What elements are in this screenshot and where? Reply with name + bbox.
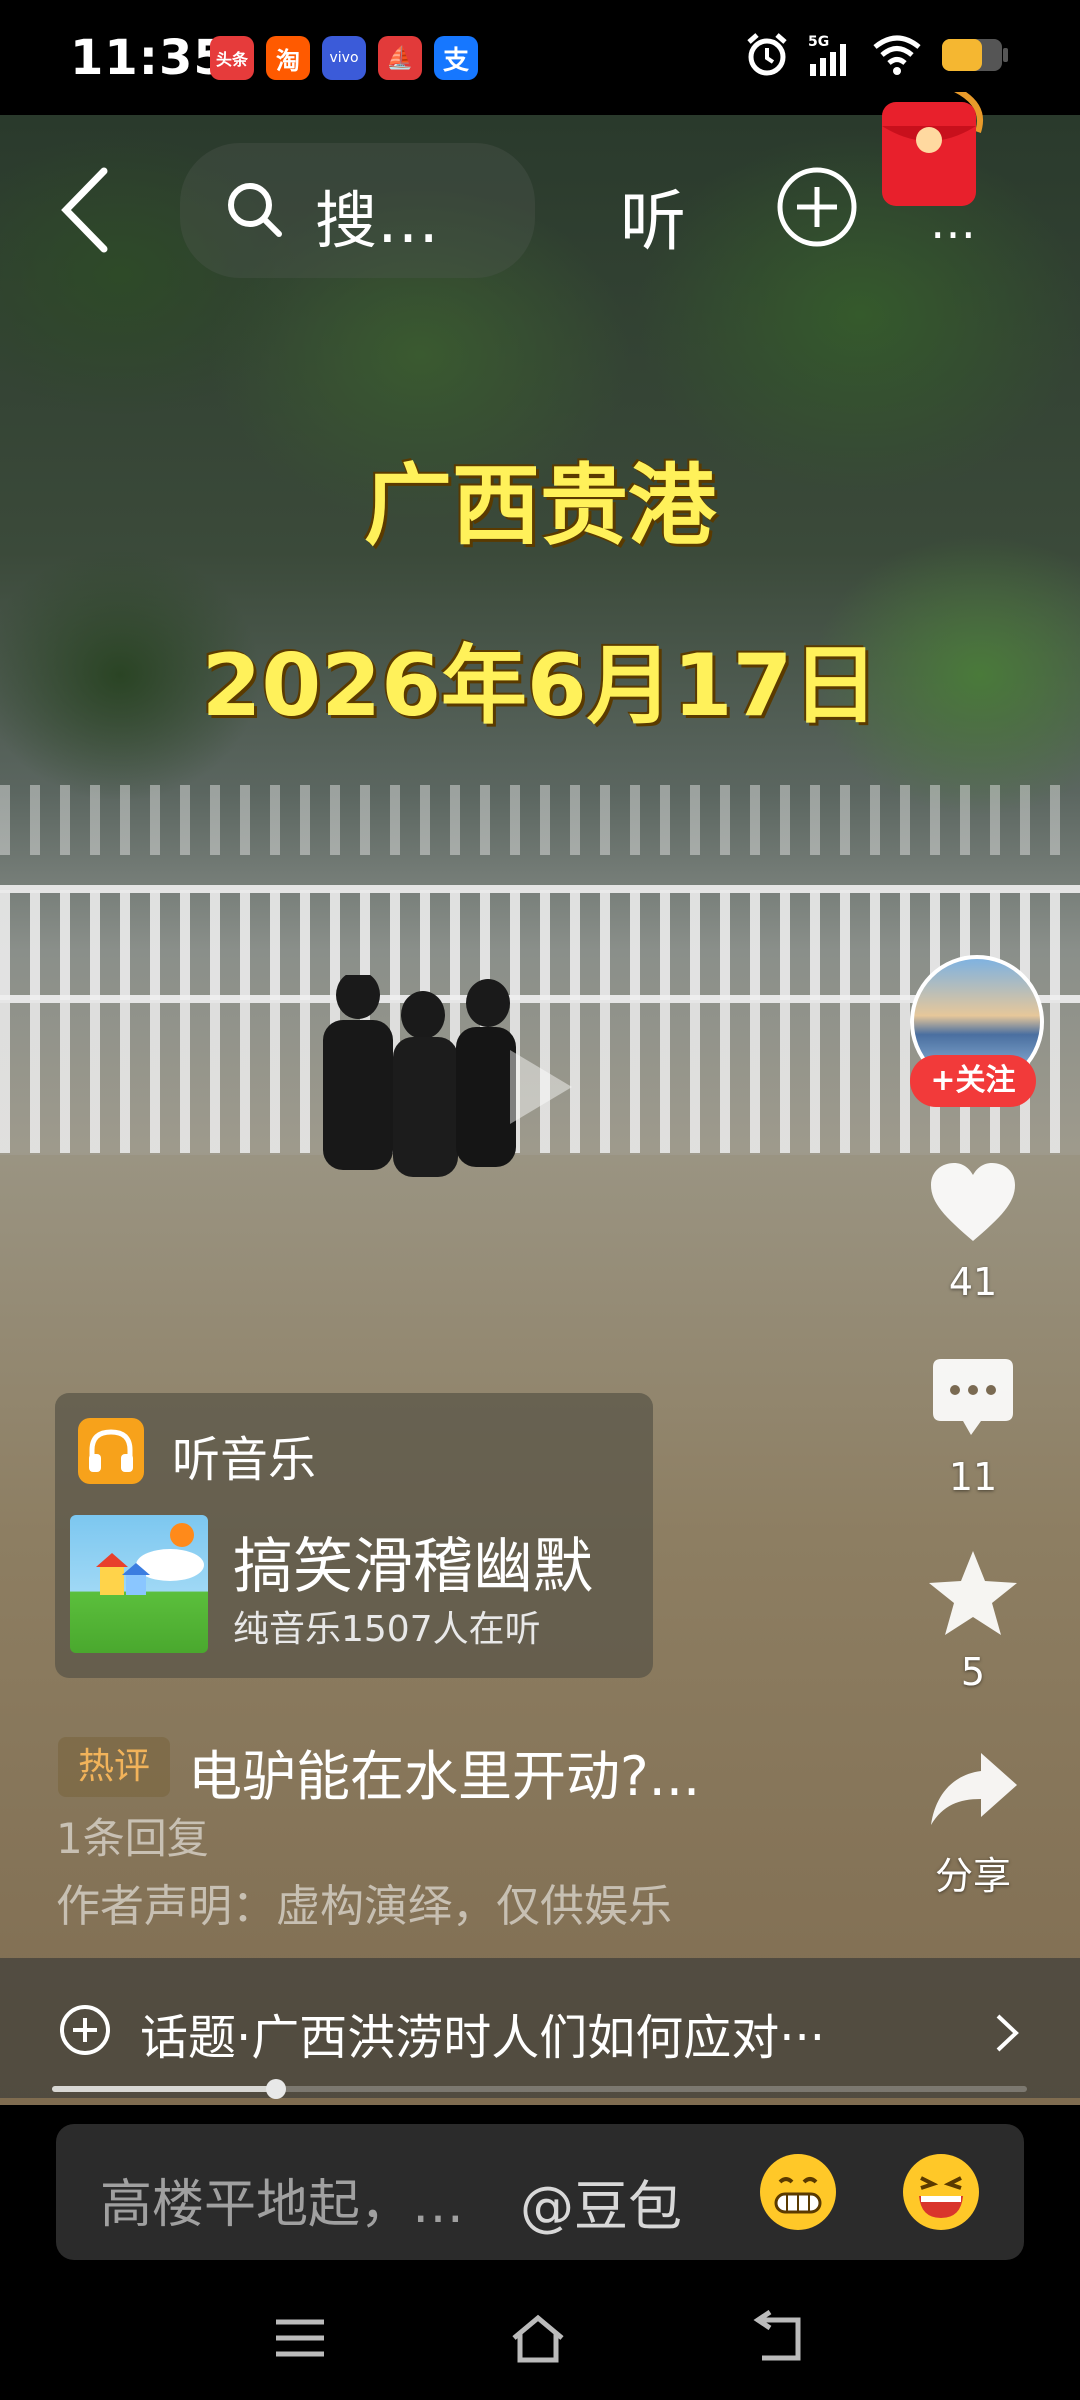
grin-emoji-icon[interactable] <box>760 2154 836 2230</box>
author-declaration: 作者声明：虚构演绎，仅供娱乐 <box>56 1881 672 1932</box>
signal-icon: 5G <box>808 34 846 76</box>
music-label[interactable]: 听音乐 <box>172 1420 316 1490</box>
back-arrow-icon[interactable] <box>56 165 116 255</box>
video-date-text: 2026年6月17日 <box>201 636 879 736</box>
heart-icon[interactable] <box>925 1155 1021 1251</box>
people-in-water <box>323 975 516 1177</box>
music-thumbnail[interactable] <box>70 1515 208 1653</box>
alipay-icon: 支 <box>434 36 478 80</box>
headphones-icon <box>78 1418 144 1484</box>
mention-doubao[interactable]: @豆包 <box>520 2162 682 2241</box>
playback-progress-bar[interactable] <box>52 2079 1027 2099</box>
notification-app-icons: 头条 淘 vivo ⛵ 支 <box>210 36 478 80</box>
like-count: 41 <box>948 1260 998 1304</box>
star-icon[interactable] <box>925 1545 1021 1641</box>
search-text[interactable]: 搜… <box>315 170 439 260</box>
chevron-right-icon[interactable] <box>990 2010 1024 2056</box>
system-icons: 5G <box>744 32 1010 78</box>
far-fence <box>0 785 1080 855</box>
playback-progress-fill <box>52 2086 277 2092</box>
menu-icon[interactable] <box>270 2310 330 2366</box>
hot-comment-text[interactable]: 电驴能在水里开动?... <box>188 1732 700 1811</box>
reply-count[interactable]: 1条回复 <box>56 1805 209 1866</box>
comment-icon[interactable] <box>925 1355 1021 1451</box>
battery-charging-icon <box>942 39 1008 71</box>
vivo-icon: vivo <box>322 36 366 80</box>
comment-input-placeholder[interactable]: 高楼平地起，… <box>100 2162 464 2237</box>
network-label: 5G <box>808 34 829 50</box>
toutiao-icon: 头条 <box>210 36 254 80</box>
video-location-text: 广西贵港 <box>363 454 716 557</box>
song-subtitle: 纯音乐1507人在听 <box>233 1609 541 1650</box>
listen-button[interactable]: 听 <box>620 168 686 264</box>
topic-text[interactable]: 话题·广西洪涝时人们如何应对··· <box>140 1998 825 2068</box>
securities-icon: ⛵ <box>378 36 422 80</box>
comment-count: 11 <box>948 1455 998 1499</box>
wifi-icon <box>873 35 921 75</box>
favorite-count: 5 <box>960 1650 986 1694</box>
share-icon[interactable] <box>925 1745 1021 1841</box>
hot-comment-badge: 热评 <box>58 1737 170 1797</box>
fence <box>0 890 1080 1000</box>
follow-button[interactable]: +关注 <box>910 1055 1036 1107</box>
add-topic-icon[interactable] <box>58 2003 112 2057</box>
search-icon <box>228 183 282 237</box>
play-icon[interactable] <box>492 1042 582 1132</box>
add-circle-icon[interactable] <box>775 165 859 249</box>
red-packet-icon[interactable] <box>878 92 984 212</box>
back-icon[interactable] <box>748 2310 808 2366</box>
alarm-icon <box>747 33 787 76</box>
taobao-icon: 淘 <box>266 36 310 80</box>
share-label[interactable]: 分享 <box>900 1845 1046 1900</box>
laugh-emoji-icon[interactable] <box>903 2154 979 2230</box>
home-icon[interactable] <box>508 2310 568 2366</box>
status-time: 11:35 <box>70 30 228 86</box>
song-title[interactable]: 搞笑滑稽幽默 <box>233 1518 593 1605</box>
